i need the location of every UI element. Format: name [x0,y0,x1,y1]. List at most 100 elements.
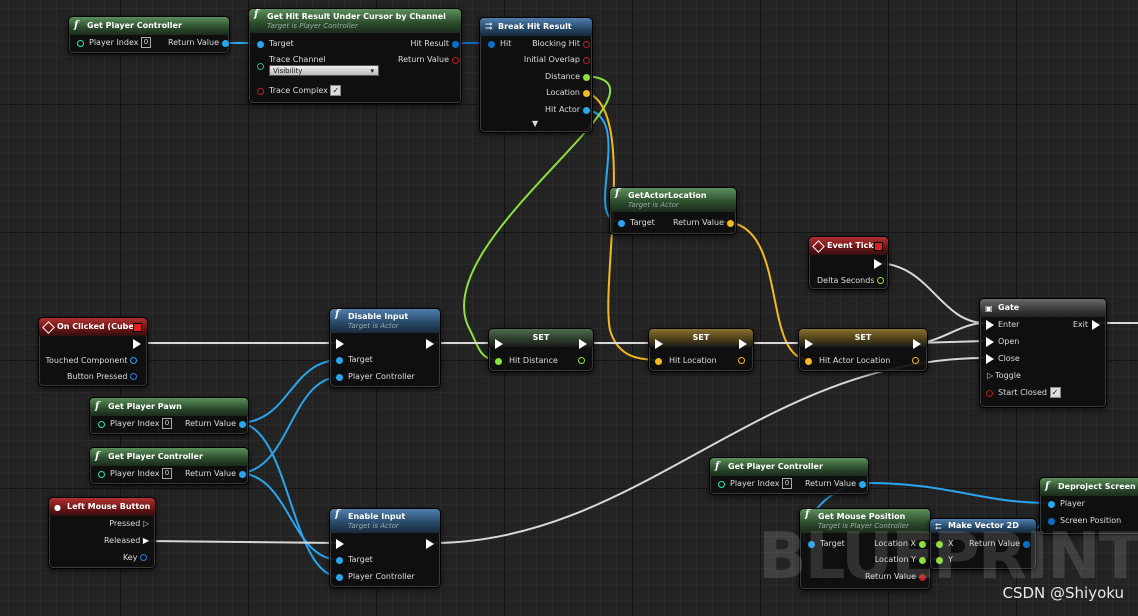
button-pressed-pin[interactable]: Button Pressed [67,371,137,383]
toggle-pin[interactable]: ▷ Toggle [986,370,1021,382]
released-pin[interactable]: Released ▶ [104,535,149,547]
blueprint-watermark: BLUEPRINT [758,520,1138,594]
player-index-pin[interactable]: Player Index 0 [98,468,173,480]
struct-pin-icon [488,41,495,48]
exec-out-pin[interactable] [579,339,587,349]
checkbox-icon[interactable]: ✓ [330,85,342,96]
function-icon: f [335,509,340,520]
disable-input-node[interactable]: f Disable Input Target is Actor Target Pla… [329,308,441,388]
vector-out-pin-icon[interactable] [738,357,745,364]
object-pin-icon [239,471,246,478]
bool-pin-icon [583,41,590,48]
index-input[interactable]: 0 [141,37,152,48]
delta-seconds-pin[interactable]: Delta Seconds [817,275,885,287]
float-pin-icon [495,358,502,365]
expand-arrow-icon[interactable]: ▼ [532,118,538,130]
return-value-pin[interactable]: Return Value [397,54,459,66]
distance-pin[interactable]: Distance [545,71,590,83]
node-title: Gate [998,303,1020,312]
set-hit-location-node[interactable]: SET Hit Location [648,328,754,372]
start-closed-pin[interactable]: Start Closed ✓ [986,387,1061,399]
exec-in-pin[interactable] [655,339,663,349]
open-pin[interactable]: Open [986,336,1019,348]
index-input[interactable]: 0 [162,418,173,429]
node-title: SET [532,333,550,342]
return-value-pin[interactable]: Return Value [185,468,246,480]
player-pin[interactable]: Player [1048,498,1085,510]
get-player-pawn-node[interactable]: f Get Player Pawn Player Index 0 Return V… [89,397,249,435]
target-pin[interactable]: Target [336,354,373,366]
target-pin[interactable]: Target [257,38,294,50]
player-controller-pin[interactable]: Player Controller [336,371,415,383]
exec-in-pin[interactable] [495,339,503,349]
player-index-pin[interactable]: Player Index 0 [718,478,793,490]
target-pin[interactable]: Target [336,554,373,566]
object-pin-icon [222,40,229,47]
player-index-pin[interactable]: Player Index 0 [98,418,173,430]
left-mouse-button-node[interactable]: ● Left Mouse Button Pressed ▷ Released ▶ … [48,497,156,569]
event-tick-node[interactable]: Event Tick Delta Seconds [808,236,889,290]
exit-pin[interactable]: Exit [1073,319,1100,331]
checkbox-icon[interactable]: ✓ [1049,387,1061,398]
exec-in-pin[interactable] [336,539,344,549]
set-hit-actor-location-node[interactable]: SET Hit Actor Location [798,328,928,372]
get-player-controller-node[interactable]: f Get Player Controller Player Index 0 Re… [68,16,230,54]
hit-distance-pin[interactable]: Hit Distance [495,355,558,367]
return-value-pin[interactable]: Return Value [673,217,734,229]
initial-overlap-pin[interactable]: Initial Overlap [524,54,590,66]
vector-out-pin-icon[interactable] [912,357,919,364]
return-value-pin[interactable]: Return Value [168,37,229,49]
vector-pin-icon [583,90,590,97]
player-index-pin[interactable]: Player Index 0 [77,37,152,49]
node-title: Break Hit Result [498,22,572,31]
exec-out-pin[interactable] [913,339,921,349]
exec-out-pin[interactable] [739,339,747,349]
location-pin[interactable]: Location [546,87,590,99]
player-controller-pin[interactable]: Player Controller [336,571,415,583]
close-pin[interactable]: Close [986,353,1020,365]
node-header: f Enable Input Target is Actor [330,509,440,533]
pin-label: Start Closed [998,388,1047,397]
function-icon: f [95,401,100,412]
trace-channel-dropdown[interactable]: Visibility ▾ [269,65,379,76]
get-hit-result-node[interactable]: f Get Hit Result Under Cursor by Channel T… [248,8,462,104]
exec-outline-icon: ▷ [142,519,149,528]
hit-location-pin[interactable]: Hit Location [655,355,717,367]
get-player-controller-node[interactable]: f Get Player Controller Player Index 0 Re… [709,457,869,495]
exec-out-pin[interactable] [874,259,882,269]
enable-input-node[interactable]: f Enable Input Target is Actor Target Play… [329,508,441,588]
pin-label: Player Index [110,469,160,478]
trace-complex-pin[interactable]: Trace Complex ✓ [257,85,342,97]
node-header: f Get Player Controller [710,458,868,476]
get-actor-location-node[interactable]: f GetActorLocation Target is Actor Target … [609,187,737,235]
exec-out-pin[interactable] [426,539,434,549]
blocking-hit-pin[interactable]: Blocking Hit [532,38,590,50]
hit-actor-location-pin[interactable]: Hit Actor Location [805,355,890,367]
return-value-pin[interactable]: Return Value [185,418,246,430]
touched-component-pin[interactable]: Touched Component [46,355,137,367]
index-input[interactable]: 0 [782,478,793,489]
exec-in-pin[interactable] [805,339,813,349]
hit-actor-pin[interactable]: Hit Actor [545,104,590,116]
break-hit-result-node[interactable]: ⇉ Break Hit Result Hit Blocking Hit Initi… [479,17,593,133]
pin-label: Return Value [397,55,449,64]
exec-out-pin[interactable] [133,339,141,349]
hit-input-pin[interactable]: Hit [488,38,511,50]
hit-result-pin[interactable]: Hit Result [410,38,459,50]
return-value-pin[interactable]: Return Value [805,478,866,490]
key-pin[interactable]: Key [123,552,147,564]
enter-pin[interactable]: Enter [986,319,1019,331]
pin-label: Hit Result [410,39,449,48]
on-clicked-cube-node[interactable]: On Clicked (Cube) Touched Component Butt… [38,317,148,387]
vector-pin-icon [727,220,734,227]
exec-out-pin[interactable] [426,339,434,349]
index-input[interactable]: 0 [162,468,173,479]
exec-pin-icon [986,320,994,330]
gate-node[interactable]: ▣ Gate Enter Open Close ▷ Toggle Start Clo… [979,298,1107,408]
set-hit-distance-node[interactable]: SET Hit Distance [488,328,594,372]
get-player-controller-node[interactable]: f Get Player Controller Player Index 0 Re… [89,447,249,485]
pressed-pin[interactable]: Pressed ▷ [109,518,149,530]
target-pin[interactable]: Target [618,217,655,229]
float-out-pin-icon[interactable] [578,357,585,364]
exec-in-pin[interactable] [336,339,344,349]
